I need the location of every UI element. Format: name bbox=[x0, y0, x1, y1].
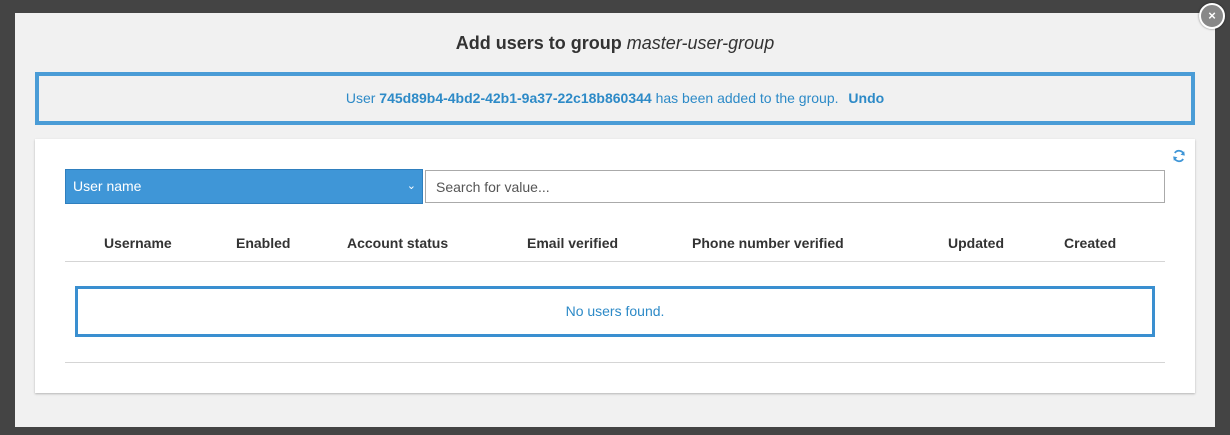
refresh-icon[interactable] bbox=[1172, 149, 1186, 163]
column-header-email-verified[interactable]: Email verified bbox=[527, 235, 618, 251]
search-input[interactable] bbox=[425, 170, 1165, 203]
column-header-created[interactable]: Created bbox=[1064, 235, 1116, 251]
close-icon[interactable]: × bbox=[1199, 3, 1225, 29]
dialog-title: Add users to group master-user-group bbox=[15, 33, 1215, 54]
users-panel: User name ⌄ Username Enabled Account sta… bbox=[35, 139, 1195, 393]
attribute-select-value: User name bbox=[73, 178, 142, 194]
column-header-phone-verified[interactable]: Phone number verified bbox=[692, 235, 844, 251]
chevron-down-icon: ⌄ bbox=[406, 180, 416, 192]
dialog-group-name: master-user-group bbox=[626, 33, 775, 53]
table-header-divider bbox=[65, 261, 1165, 262]
undo-link[interactable]: Undo bbox=[848, 90, 884, 106]
empty-table-message: No users found. bbox=[75, 286, 1155, 337]
column-header-username[interactable]: Username bbox=[104, 235, 172, 251]
column-header-enabled[interactable]: Enabled bbox=[236, 235, 290, 251]
dialog-title-text: Add users to group bbox=[455, 33, 622, 53]
notice-text-after: has been added to the group. bbox=[655, 90, 839, 106]
notice-text-before: User bbox=[345, 90, 376, 106]
success-notice: User 745d89b4-4bd2-42b1-9a37-22c18b86034… bbox=[35, 72, 1195, 125]
add-users-dialog: Add users to group master-user-group Use… bbox=[15, 13, 1215, 427]
column-header-updated[interactable]: Updated bbox=[948, 235, 1004, 251]
column-header-account-status[interactable]: Account status bbox=[347, 235, 448, 251]
attribute-select[interactable]: User name ⌄ bbox=[65, 169, 423, 204]
table-bottom-divider bbox=[65, 362, 1165, 363]
notice-user-id: 745d89b4-4bd2-42b1-9a37-22c18b860344 bbox=[379, 90, 652, 106]
